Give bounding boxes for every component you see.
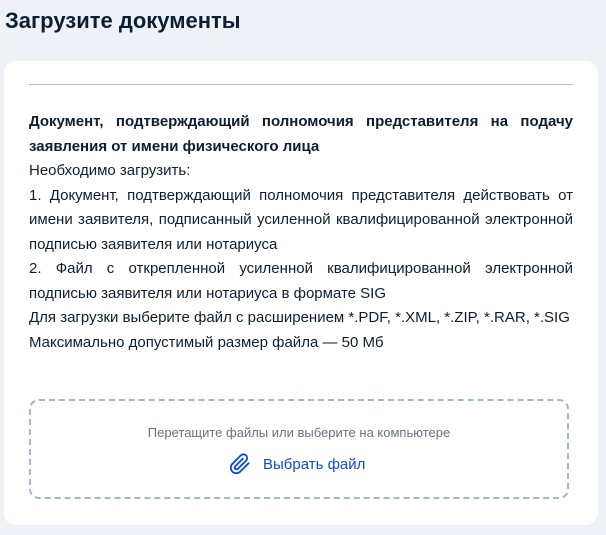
requirement-item-2: 2. Файл с открепленной усиленной квалифи… (29, 260, 573, 302)
allowed-extensions-text: Для загрузки выберите файл с расширением… (29, 309, 570, 326)
divider (29, 84, 573, 85)
paperclip-icon (229, 453, 251, 475)
requirements-heading: Необходимо загрузить: (29, 162, 191, 179)
max-size-text: Максимально допустимый размер файла — 50… (29, 333, 384, 351)
page-title: Загрузите документы (5, 8, 241, 33)
file-drop-zone[interactable]: Перетащите файлы или выберите на компьют… (29, 399, 569, 499)
page: Загрузите документы Документ, подтвержда… (0, 0, 606, 535)
document-card: Документ, подтверждающий полномочия пред… (4, 61, 598, 525)
document-title: Документ, подтверждающий полномочия пред… (29, 113, 573, 155)
choose-file-label: Выбрать файл (263, 455, 366, 473)
requirement-item-1: 1. Документ, подтверждающий полномочия п… (29, 186, 573, 253)
document-description: Документ, подтверждающий полномочия пред… (29, 110, 573, 355)
choose-file-button[interactable]: Выбрать файл (229, 453, 365, 475)
drop-zone-hint: Перетащите файлы или выберите на компьют… (147, 425, 451, 440)
